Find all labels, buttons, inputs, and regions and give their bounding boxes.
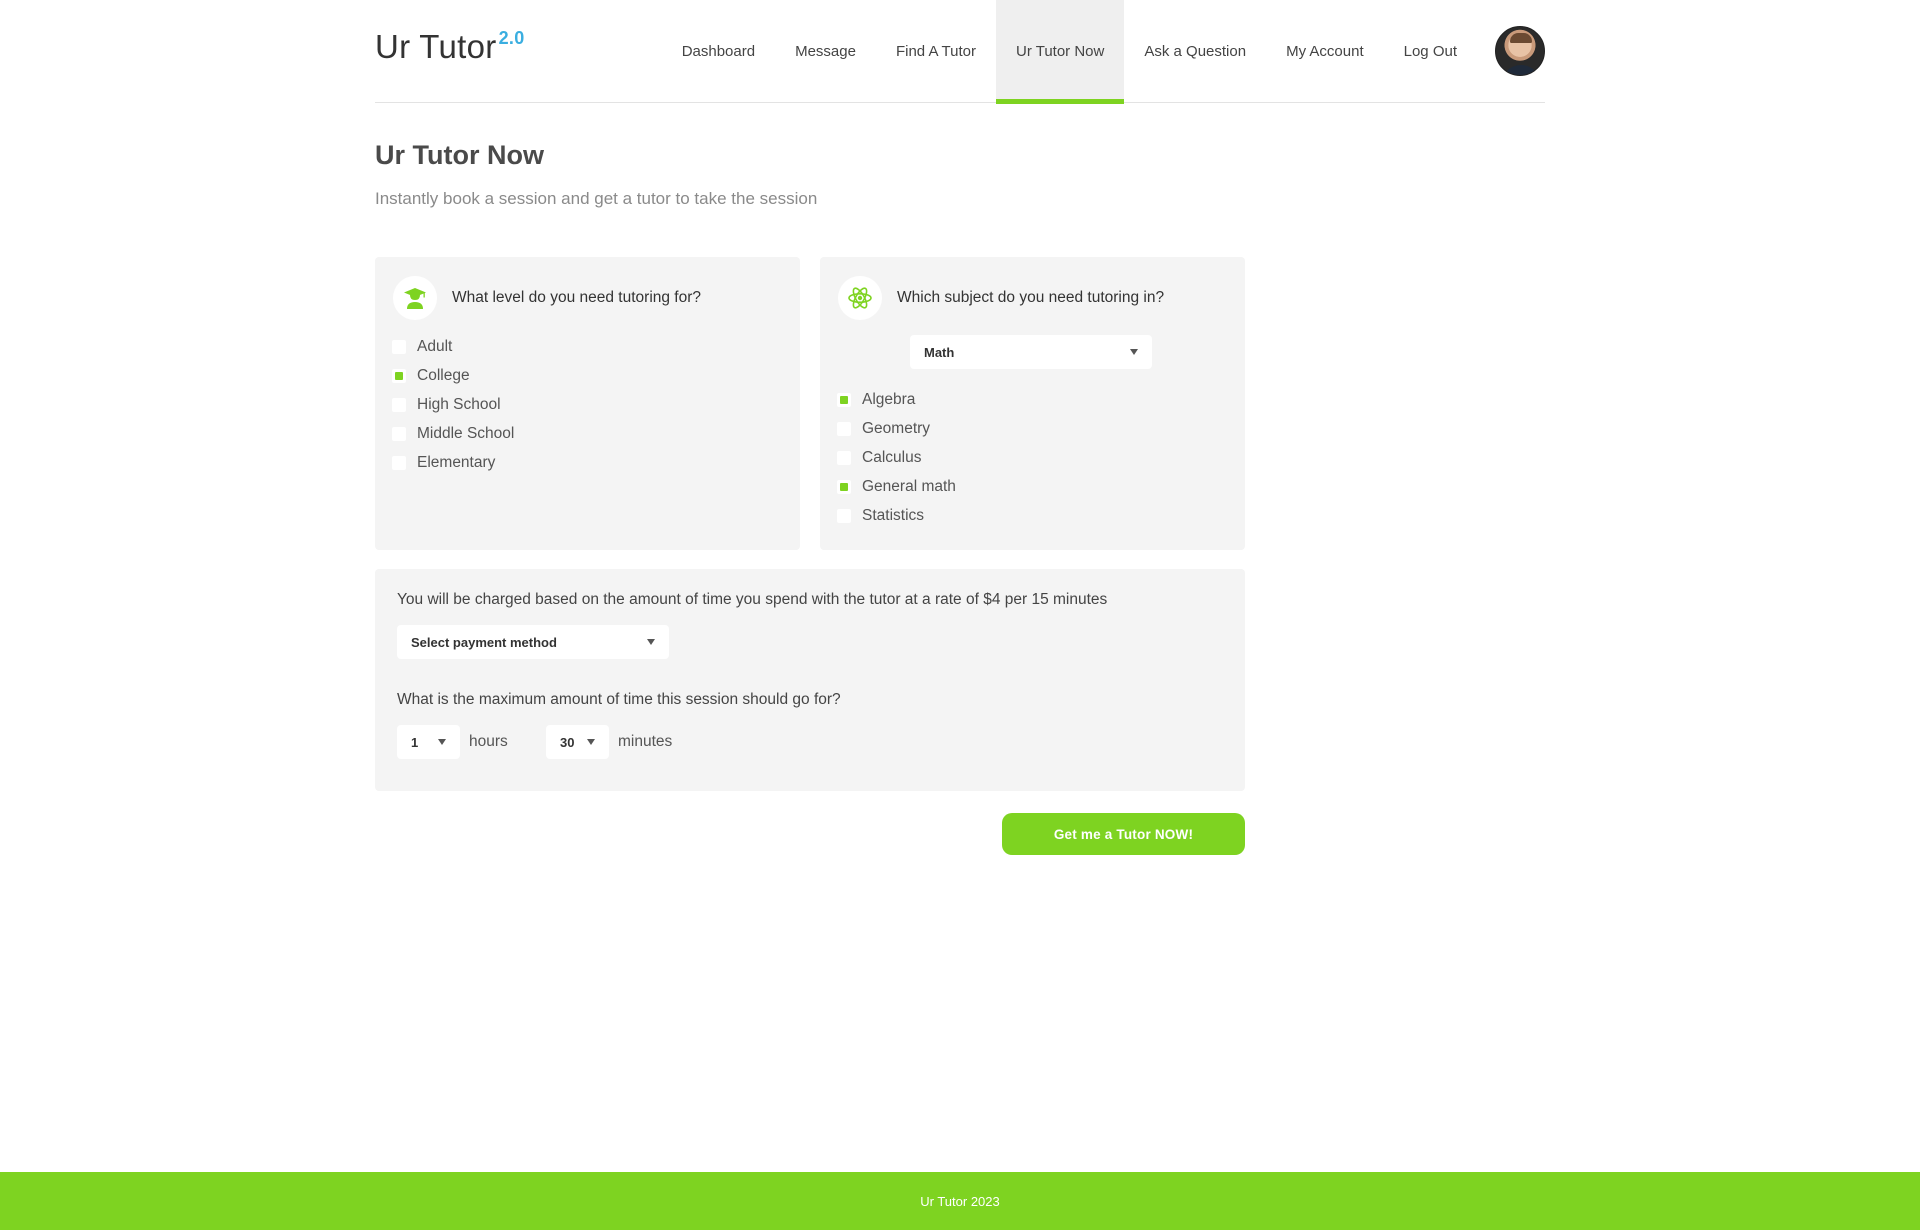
- level-option-high-school[interactable]: High School: [392, 390, 514, 419]
- subject-question: Which subject do you need tutoring in?: [897, 289, 1165, 306]
- time-question: What is the maximum amount of time this …: [397, 691, 841, 708]
- header: Ur Tutor 2.0 Dashboard Message Find A Tut…: [375, 0, 1545, 104]
- checkbox[interactable]: [837, 450, 851, 465]
- chevron-down-icon: [1130, 349, 1138, 355]
- main-nav: Dashboard Message Find A Tutor Ur Tutor …: [662, 0, 1477, 104]
- chevron-down-icon: [438, 739, 446, 745]
- chevron-down-icon: [647, 639, 655, 645]
- footer: Ur Tutor 2023: [0, 1172, 1920, 1230]
- level-options: Adult College High School Middle School …: [392, 332, 514, 477]
- rate-text: You will be charged based on the amount …: [397, 591, 1108, 608]
- option-label: Statistics: [862, 506, 925, 524]
- option-label: Adult: [417, 337, 453, 355]
- option-label: College: [417, 366, 470, 384]
- checkbox[interactable]: [837, 392, 851, 407]
- checkbox[interactable]: [837, 421, 851, 436]
- level-card-header: What level do you need tutoring for?: [393, 276, 701, 320]
- minutes-select[interactable]: 30: [546, 725, 609, 759]
- hours-value: 1: [411, 734, 419, 750]
- level-question: What level do you need tutoring for?: [452, 289, 702, 306]
- get-tutor-now-button[interactable]: Get me a Tutor NOW!: [1002, 813, 1245, 855]
- checkbox[interactable]: [837, 508, 851, 523]
- page-title: Ur Tutor Now: [375, 140, 544, 170]
- footer-text: Ur Tutor 2023: [920, 1193, 1000, 1209]
- hours-label: hours: [469, 733, 508, 750]
- level-option-adult[interactable]: Adult: [392, 332, 514, 361]
- option-label: Middle School: [417, 424, 515, 442]
- payment-method-placeholder: Select payment method: [411, 634, 557, 650]
- minutes-label: minutes: [618, 733, 673, 750]
- atom-icon: [838, 276, 882, 320]
- subject-options: Algebra Geometry Calculus General math S…: [837, 385, 956, 530]
- option-label: Calculus: [862, 448, 922, 466]
- subject-option-geometry[interactable]: Geometry: [837, 414, 956, 443]
- nav-message[interactable]: Message: [775, 0, 876, 103]
- subject-card: Which subject do you need tutoring in? M…: [820, 257, 1245, 550]
- payment-card: You will be charged based on the amount …: [375, 569, 1245, 791]
- minutes-value: 30: [560, 734, 575, 750]
- nav-ur-tutor-now[interactable]: Ur Tutor Now: [996, 0, 1125, 104]
- nav-find-a-tutor[interactable]: Find A Tutor: [876, 0, 996, 103]
- checkbox[interactable]: [392, 397, 406, 412]
- subject-select[interactable]: Math: [910, 335, 1152, 369]
- option-label: High School: [417, 395, 501, 413]
- payment-method-select[interactable]: Select payment method: [397, 625, 669, 659]
- option-label: Algebra: [862, 390, 916, 408]
- option-label: Geometry: [862, 419, 931, 437]
- subject-option-statistics[interactable]: Statistics: [837, 501, 956, 530]
- subject-option-general-math[interactable]: General math: [837, 472, 956, 501]
- logo-name: Ur Tutor: [375, 28, 497, 65]
- page-container: Ur Tutor 2.0 Dashboard Message Find A Tut…: [375, 0, 1545, 855]
- hours-select[interactable]: 1: [397, 725, 460, 759]
- level-option-elementary[interactable]: Elementary: [392, 448, 514, 477]
- nav-my-account[interactable]: My Account: [1266, 0, 1384, 103]
- page-subtitle: Instantly book a session and get a tutor…: [375, 189, 818, 208]
- nav-ask-a-question[interactable]: Ask a Question: [1124, 0, 1266, 103]
- graduate-icon: [393, 276, 437, 320]
- level-option-middle-school[interactable]: Middle School: [392, 419, 514, 448]
- level-option-college[interactable]: College: [392, 361, 514, 390]
- checkbox[interactable]: [392, 455, 406, 470]
- checkbox[interactable]: [392, 339, 406, 354]
- option-label: General math: [862, 477, 956, 495]
- logo[interactable]: Ur Tutor 2.0: [375, 28, 525, 66]
- subject-option-algebra[interactable]: Algebra: [837, 385, 956, 414]
- nav-log-out[interactable]: Log Out: [1384, 0, 1477, 103]
- subject-select-value: Math: [924, 344, 955, 360]
- checkbox[interactable]: [837, 479, 851, 494]
- level-card: What level do you need tutoring for? Adu…: [375, 257, 800, 550]
- subject-card-header: Which subject do you need tutoring in?: [838, 276, 1164, 320]
- checkbox[interactable]: [392, 368, 406, 383]
- chevron-down-icon: [587, 739, 595, 745]
- logo-version: 2.0: [498, 28, 525, 48]
- avatar[interactable]: [1495, 26, 1545, 76]
- nav-dashboard[interactable]: Dashboard: [662, 0, 775, 103]
- option-label: Elementary: [417, 453, 496, 471]
- subject-option-calculus[interactable]: Calculus: [837, 443, 956, 472]
- checkbox[interactable]: [392, 426, 406, 441]
